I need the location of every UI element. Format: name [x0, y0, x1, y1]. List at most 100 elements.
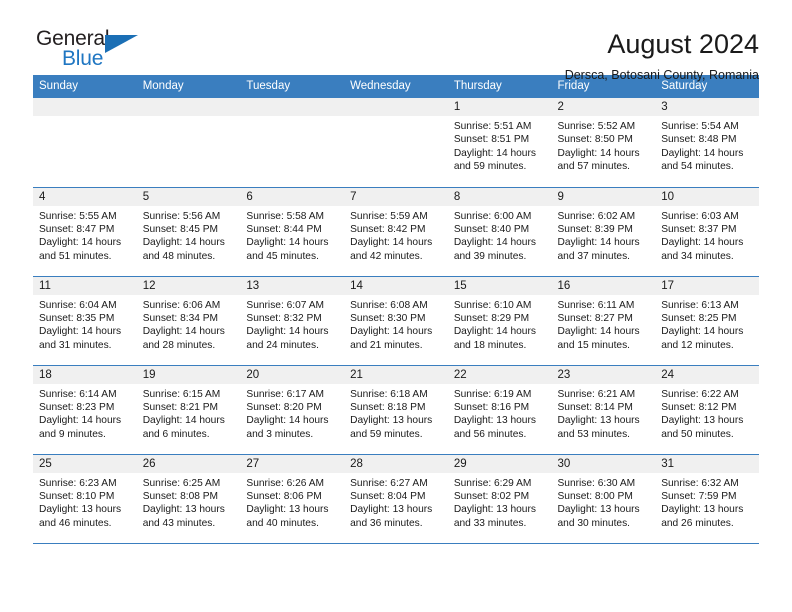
calendar-day-cell[interactable]: 19 Sunrise: 6:15 AM Sunset: 8:21 PM Dayligh… [136, 365, 241, 455]
daylight-text: Daylight: 14 hours [661, 237, 744, 249]
calendar-day-cell-empty [136, 98, 241, 188]
day-details: Sunrise: 6:25 AM Sunset: 8:08 PM Daylight:… [137, 473, 241, 531]
calendar-day-cell[interactable]: 4 Sunrise: 5:55 AM Sunset: 8:47 PM Daylight… [33, 187, 137, 277]
calendar-day-cell[interactable]: 23 Sunrise: 6:21 AM Sunset: 8:14 PM Dayligh… [551, 365, 656, 455]
page-header: General Blue August 2024 Dersca, Botosan… [33, 0, 759, 83]
daylight-text-cont: and 6 minutes. [142, 428, 210, 440]
sunset-text: Sunset: 8:25 PM [661, 312, 737, 324]
daylight-text-cont: and 57 minutes. [557, 161, 631, 173]
daylight-text: Daylight: 13 hours [350, 415, 433, 427]
daylight-text-cont: and 59 minutes. [350, 428, 423, 440]
page-title: August 2024 [607, 29, 759, 59]
weekday-header-monday: Monday [136, 75, 241, 98]
calendar-day-cell-empty [344, 98, 448, 188]
day-details: Sunrise: 6:29 AM Sunset: 8:02 PM Daylight:… [448, 473, 552, 531]
daylight-text-cont: and 40 minutes. [246, 517, 319, 529]
daylight-text: Daylight: 14 hours [39, 326, 122, 338]
calendar-day-cell[interactable]: 2 Sunrise: 5:52 AM Sunset: 8:50 PM Daylight… [551, 98, 656, 188]
calendar-day-cell[interactable]: 22 Sunrise: 6:19 AM Sunset: 8:16 PM Dayligh… [447, 365, 552, 455]
day-number: 13 [240, 276, 345, 295]
sunset-text: Sunset: 8:04 PM [350, 490, 426, 502]
daylight-text-cont: and 43 minutes. [142, 517, 216, 529]
daylight-text-cont: and 53 minutes. [557, 428, 631, 440]
sunset-text: Sunset: 8:20 PM [246, 401, 322, 413]
daylight-text-cont: and 33 minutes. [453, 517, 527, 529]
day-number: 16 [551, 276, 656, 295]
calendar-day-cell[interactable]: 31 Sunrise: 6:32 AM Sunset: 7:59 PM Dayligh… [655, 454, 759, 544]
sunset-text: Sunset: 8:40 PM [453, 223, 530, 235]
calendar-week-row: 11 Sunrise: 6:04 AM Sunset: 8:35 PM Dayligh… [33, 276, 759, 366]
daylight-text-cont: and 39 minutes. [453, 250, 527, 262]
calendar-day-cell[interactable]: 6 Sunrise: 5:58 AM Sunset: 8:44 PM Daylight… [240, 187, 345, 277]
daylight-text-cont: and 12 minutes. [661, 339, 734, 351]
calendar-day-cell[interactable]: 5 Sunrise: 5:56 AM Sunset: 8:45 PM Daylight… [136, 187, 241, 277]
daylight-text: Daylight: 13 hours [350, 504, 433, 516]
calendar-day-cell[interactable]: 7 Sunrise: 5:59 AM Sunset: 8:42 PM Daylight… [344, 187, 448, 277]
calendar-day-cell[interactable]: 13 Sunrise: 6:07 AM Sunset: 8:32 PM Dayligh… [240, 276, 345, 366]
daylight-text: Daylight: 14 hours [661, 326, 744, 338]
sunrise-text: Sunrise: 6:30 AM [557, 477, 636, 489]
sunset-text: Sunset: 8:35 PM [39, 312, 115, 324]
sunset-text: Sunset: 8:00 PM [557, 490, 633, 502]
daylight-text-cont: and 37 minutes. [557, 250, 631, 262]
daylight-text: Daylight: 13 hours [142, 504, 225, 516]
daylight-text: Daylight: 14 hours [557, 147, 640, 159]
day-number: 25 [33, 454, 137, 473]
day-details: Sunrise: 6:26 AM Sunset: 8:06 PM Daylight:… [240, 473, 344, 531]
sunrise-text: Sunrise: 6:13 AM [661, 299, 739, 311]
sunrise-text: Sunrise: 5:55 AM [39, 210, 117, 222]
daylight-text-cont: and 15 minutes. [557, 339, 631, 351]
daylight-text: Daylight: 13 hours [661, 415, 744, 427]
calendar-day-cell[interactable]: 25 Sunrise: 6:23 AM Sunset: 8:10 PM Dayligh… [33, 454, 137, 544]
daylight-text: Daylight: 13 hours [39, 504, 122, 516]
sunset-text: Sunset: 7:59 PM [661, 490, 737, 502]
calendar-day-cell[interactable]: 3 Sunrise: 5:54 AM Sunset: 8:48 PM Daylight… [655, 98, 759, 188]
sunrise-text: Sunrise: 6:32 AM [661, 477, 739, 489]
calendar-day-cell[interactable]: 1 Sunrise: 5:51 AM Sunset: 8:51 PM Daylight… [447, 98, 552, 188]
day-number: 6 [240, 187, 345, 206]
daylight-text-cont: and 50 minutes. [661, 428, 734, 440]
calendar-day-cell[interactable]: 21 Sunrise: 6:18 AM Sunset: 8:18 PM Dayligh… [344, 365, 448, 455]
calendar-day-cell[interactable]: 12 Sunrise: 6:06 AM Sunset: 8:34 PM Dayligh… [136, 276, 241, 366]
day-number: 15 [447, 276, 552, 295]
day-details: Sunrise: 6:18 AM Sunset: 8:18 PM Daylight:… [344, 384, 448, 442]
calendar-day-cell[interactable]: 17 Sunrise: 6:13 AM Sunset: 8:25 PM Dayligh… [655, 276, 759, 366]
day-number: 28 [344, 454, 448, 473]
day-details: Sunrise: 6:06 AM Sunset: 8:34 PM Daylight:… [137, 295, 241, 353]
calendar-day-cell[interactable]: 28 Sunrise: 6:27 AM Sunset: 8:04 PM Dayligh… [344, 454, 448, 544]
weekday-header-tuesday: Tuesday [240, 75, 345, 98]
sunset-text: Sunset: 8:12 PM [661, 401, 737, 413]
calendar-table: Sunday Monday Tuesday Wednesday Thursday… [33, 75, 759, 544]
sunset-text: Sunset: 8:51 PM [453, 134, 530, 146]
calendar-day-cell[interactable]: 18 Sunrise: 6:14 AM Sunset: 8:23 PM Dayligh… [33, 365, 137, 455]
calendar-day-cell[interactable]: 29 Sunrise: 6:29 AM Sunset: 8:02 PM Dayligh… [447, 454, 552, 544]
day-details: Sunrise: 6:30 AM Sunset: 8:00 PM Daylight:… [552, 473, 656, 531]
sunrise-text: Sunrise: 6:11 AM [557, 299, 635, 311]
calendar-day-cell[interactable]: 20 Sunrise: 6:17 AM Sunset: 8:20 PM Dayligh… [240, 365, 345, 455]
calendar-day-cell[interactable]: 11 Sunrise: 6:04 AM Sunset: 8:35 PM Dayligh… [33, 276, 137, 366]
day-number: 21 [344, 365, 448, 384]
day-details: Sunrise: 5:52 AM Sunset: 8:50 PM Daylight:… [552, 116, 656, 174]
sunrise-text: Sunrise: 5:59 AM [350, 210, 428, 222]
sunrise-text: Sunrise: 6:26 AM [246, 477, 324, 489]
sunset-text: Sunset: 8:32 PM [246, 312, 322, 324]
calendar-day-cell[interactable]: 30 Sunrise: 6:30 AM Sunset: 8:00 PM Dayligh… [551, 454, 656, 544]
calendar-day-cell[interactable]: 8 Sunrise: 6:00 AM Sunset: 8:40 PM Daylight… [447, 187, 552, 277]
sunset-text: Sunset: 8:18 PM [350, 401, 426, 413]
calendar-day-cell[interactable]: 16 Sunrise: 6:11 AM Sunset: 8:27 PM Dayligh… [551, 276, 656, 366]
day-number: 17 [655, 276, 759, 295]
daylight-text-cont: and 59 minutes. [453, 161, 527, 173]
day-details: Sunrise: 6:27 AM Sunset: 8:04 PM Daylight:… [344, 473, 448, 531]
calendar-day-cell[interactable]: 26 Sunrise: 6:25 AM Sunset: 8:08 PM Dayligh… [136, 454, 241, 544]
sunset-text: Sunset: 8:21 PM [142, 401, 219, 413]
day-number: 1 [447, 98, 552, 116]
calendar-day-cell[interactable]: 10 Sunrise: 6:03 AM Sunset: 8:37 PM Dayligh… [655, 187, 759, 277]
brand-logo[interactable]: General Blue [33, 28, 153, 78]
daylight-text: Daylight: 14 hours [661, 147, 744, 159]
calendar-day-cell[interactable]: 14 Sunrise: 6:08 AM Sunset: 8:30 PM Dayligh… [344, 276, 448, 366]
calendar-day-cell[interactable]: 15 Sunrise: 6:10 AM Sunset: 8:29 PM Dayligh… [447, 276, 552, 366]
calendar-day-cell[interactable]: 9 Sunrise: 6:02 AM Sunset: 8:39 PM Daylight… [551, 187, 656, 277]
calendar-day-cell[interactable]: 24 Sunrise: 6:22 AM Sunset: 8:12 PM Dayligh… [655, 365, 759, 455]
calendar-day-cell[interactable]: 27 Sunrise: 6:26 AM Sunset: 8:06 PM Dayligh… [240, 454, 345, 544]
sunset-text: Sunset: 8:44 PM [246, 223, 322, 235]
